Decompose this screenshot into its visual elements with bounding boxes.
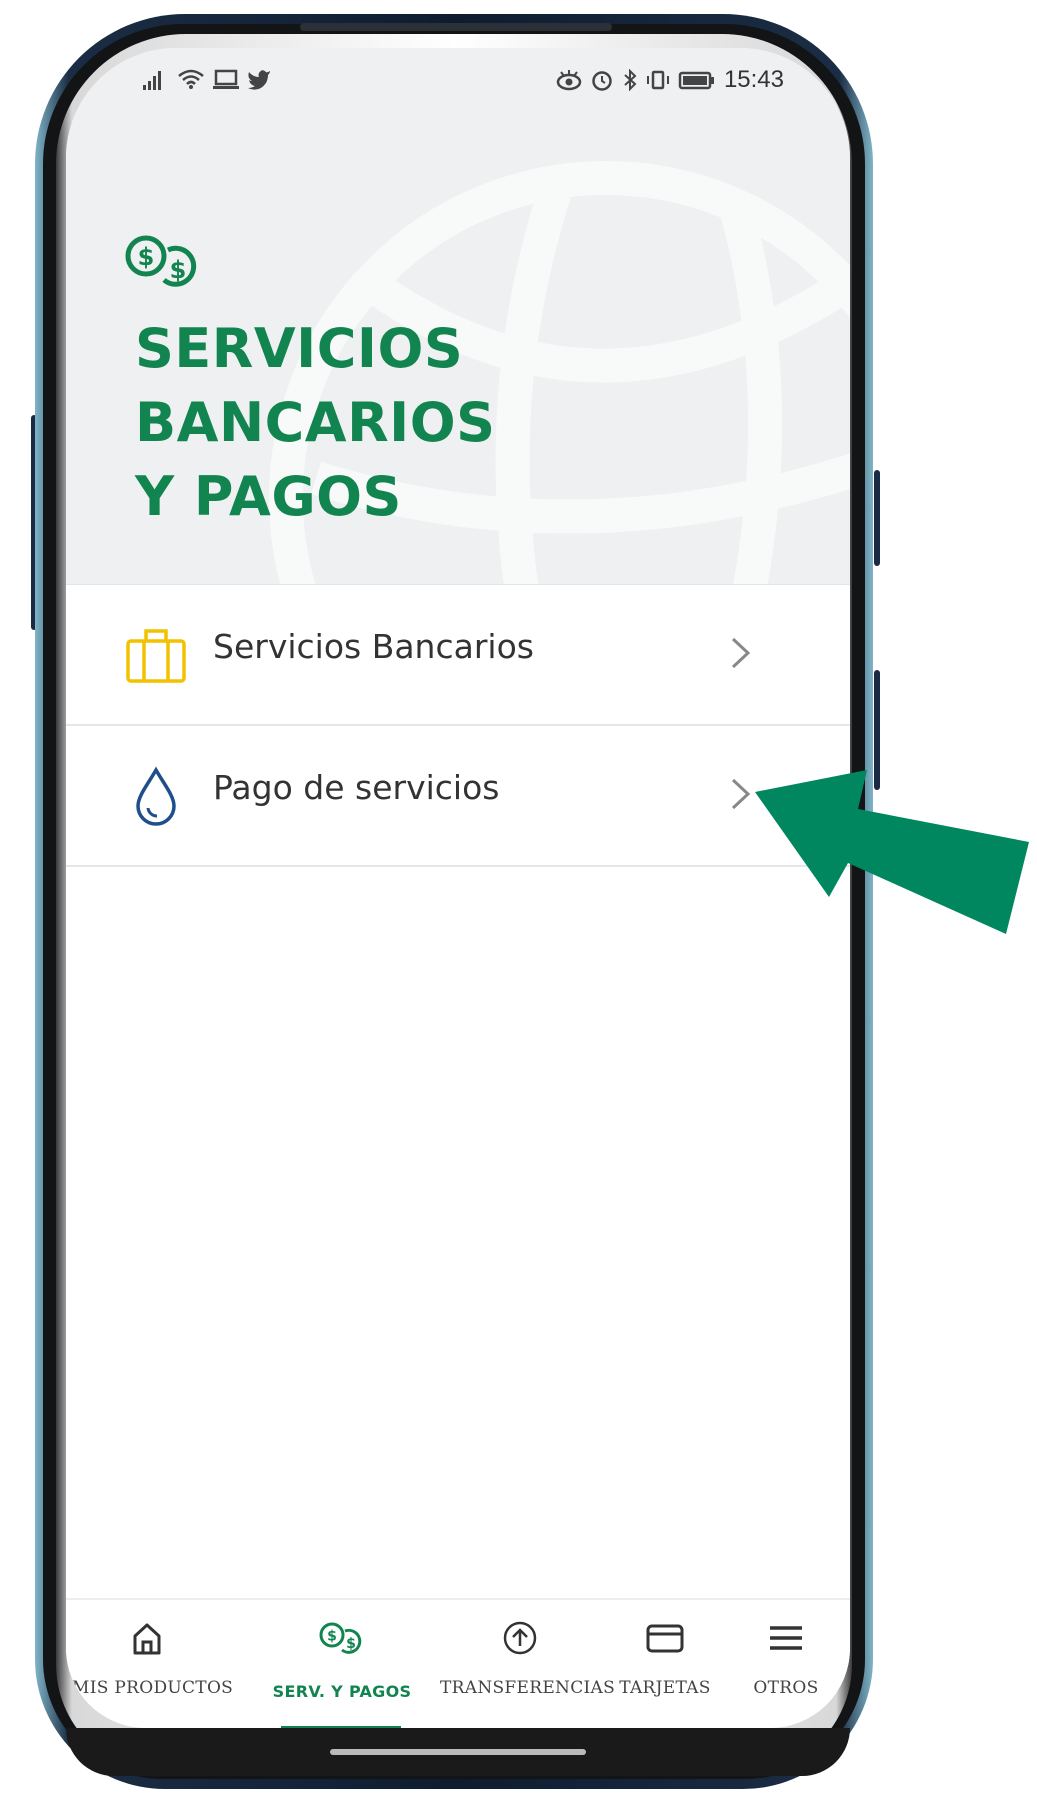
svg-text:$: $ [327,1629,337,1645]
briefcase-icon [126,629,186,683]
bluetooth-icon [624,69,637,91]
nav-item-otros[interactable]: OTROS [736,1600,836,1728]
water-drop-icon [136,766,176,826]
eye-icon [556,70,582,91]
home-icon [133,1623,161,1655]
nav-item-transferencias[interactable]: TRANSFERENCIAS [440,1600,616,1728]
menu-item-servicios-bancarios[interactable]: Servicios Bancarios [66,585,850,726]
page-title-line: SERVICIOS [135,317,464,380]
chevron-right-icon[interactable] [726,776,756,812]
svg-text:$: $ [346,1636,356,1652]
page-title-line: BANCARIOS [135,391,496,454]
menu-item-label: Pago de servicios [213,768,500,807]
card-icon [646,1624,684,1653]
nav-item-serv-y-pagos[interactable]: $ $ SERV. Y PAGOS [262,1600,422,1728]
nav-item-label: OTROS [753,1678,819,1698]
chevron-right-icon[interactable] [726,635,756,671]
bottom-navigation: MIS PRODUCTOS $ $ SERV. Y PAGOS TRANSFER… [66,1598,850,1728]
menu-icon [770,1626,802,1650]
alarm-icon [592,71,612,91]
nav-item-label: TRANSFERENCIAS [440,1678,616,1698]
svg-text:$: $ [170,256,187,284]
laptop-icon [213,69,239,89]
vibrate-icon [646,70,669,90]
nav-item-label: MIS PRODUCTOS [72,1678,234,1698]
annotation-arrow-icon [755,770,1029,934]
nav-item-label: SERV. Y PAGOS [272,1682,412,1701]
signal-icon [143,71,161,90]
svg-text:$: $ [138,243,155,271]
coins-icon: $ $ [125,235,197,287]
menu-item-label: Servicios Bancarios [213,627,534,666]
menu-item-pago-de-servicios[interactable]: Pago de servicios [66,726,850,867]
status-time: 15:43 [723,66,784,93]
arrow-up-circle-icon [503,1621,537,1655]
nav-item-mis-productos[interactable]: MIS PRODUCTOS [72,1600,234,1728]
nav-item-tarjetas[interactable]: TARJETAS [610,1600,720,1728]
battery-icon [678,71,714,90]
phone-screen: 15:43 $ $ SERVICIOS BANCARIOS Y PAGOS Se… [66,48,850,1728]
status-bar: 15:43 [66,48,850,118]
page-title: SERVICIOS BANCARIOS Y PAGOS [135,312,635,534]
gesture-bar [330,1749,586,1755]
nav-item-label: TARJETAS [619,1678,711,1698]
menu-list: Servicios Bancarios Pago de servicios [66,585,850,867]
page-title-line: Y PAGOS [135,465,402,528]
wifi-icon [178,69,204,89]
volume-button [874,470,880,566]
earpiece-speaker [300,23,612,31]
twitter-icon [248,70,270,90]
coins-icon: $ $ [319,1622,362,1654]
hero-header: 15:43 $ $ SERVICIOS BANCARIOS Y PAGOS [66,48,850,585]
